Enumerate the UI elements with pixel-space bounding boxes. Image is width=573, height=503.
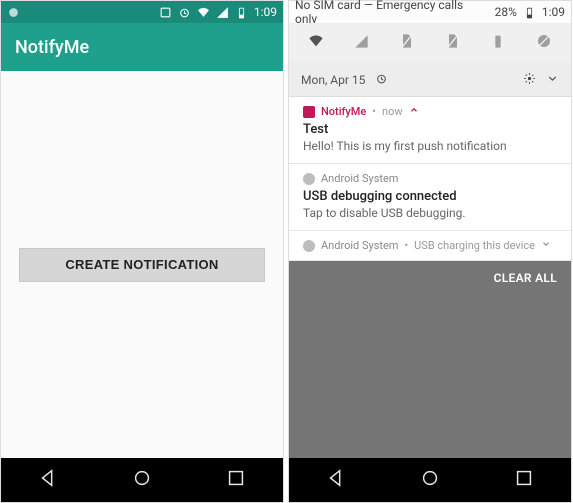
navigation-bar xyxy=(289,458,571,502)
app-bar: NotifyMe xyxy=(1,23,283,71)
notification-header: Android System xyxy=(303,172,557,185)
shade-background: CLEAR ALL xyxy=(289,261,571,458)
status-time: 1:09 xyxy=(254,5,277,19)
sim-icon[interactable] xyxy=(399,33,415,53)
status-bar: 1:09 xyxy=(1,1,283,23)
home-icon[interactable] xyxy=(131,467,153,493)
quick-settings-row xyxy=(289,23,571,63)
wifi-icon[interactable] xyxy=(308,33,324,53)
qs-date: Mon, Apr 15 xyxy=(301,73,365,87)
wifi-icon xyxy=(197,6,210,19)
battery-icon xyxy=(523,6,536,19)
notification-item[interactable]: Android System • USB charging this devic… xyxy=(289,231,571,261)
back-icon[interactable] xyxy=(325,467,347,493)
notification-app: NotifyMe xyxy=(321,105,366,118)
dnd-icon[interactable] xyxy=(536,33,552,53)
recents-icon[interactable] xyxy=(513,467,535,493)
chevron-down-icon[interactable] xyxy=(541,239,551,252)
chevron-down-icon[interactable] xyxy=(546,72,559,88)
home-icon[interactable] xyxy=(419,467,441,493)
notification-time: now xyxy=(382,105,403,118)
app-icon xyxy=(303,106,315,118)
notification-item[interactable]: Android System USB debugging connected T… xyxy=(289,164,571,231)
notification-item[interactable]: NotifyMe • now Test Hello! This is my fi… xyxy=(289,97,571,164)
circle-icon xyxy=(7,6,20,19)
notification-header: NotifyMe • now xyxy=(303,105,557,118)
create-notification-button[interactable]: CREATE NOTIFICATION xyxy=(19,248,265,282)
notification-body: Hello! This is my first push notificatio… xyxy=(303,139,557,153)
notification-title: USB debugging connected xyxy=(303,189,557,204)
separator-dot: • xyxy=(372,105,376,118)
battery-icon[interactable] xyxy=(490,33,506,53)
app-title: NotifyMe xyxy=(15,37,89,58)
signal-icon xyxy=(216,6,229,19)
battery-percent: 28% xyxy=(495,5,517,19)
phone-left: 1:09 NotifyMe CREATE NOTIFICATION xyxy=(0,0,284,503)
recents-icon[interactable] xyxy=(225,467,247,493)
notification-body: Tap to disable USB debugging. xyxy=(303,206,557,220)
notification-extra: USB charging this device xyxy=(414,239,535,252)
notification-app: Android System xyxy=(321,172,398,185)
status-bar: No SIM card — Emergency calls only 28% 1… xyxy=(289,1,571,23)
alarm-icon xyxy=(375,72,388,88)
sim2-icon[interactable] xyxy=(445,33,461,53)
separator-dot: • xyxy=(404,239,408,252)
battery-icon xyxy=(235,6,248,19)
notification-header: Android System • USB charging this devic… xyxy=(303,239,557,252)
app-icon xyxy=(303,240,315,252)
app-icon xyxy=(303,173,315,185)
phone-right: No SIM card — Emergency calls only 28% 1… xyxy=(288,0,572,503)
chevron-up-icon[interactable] xyxy=(409,105,419,118)
status-time: 1:09 xyxy=(542,5,565,19)
screenshot-icon xyxy=(159,6,172,19)
main-content: CREATE NOTIFICATION xyxy=(1,71,283,458)
settings-icon[interactable] xyxy=(523,72,536,88)
notification-app: Android System xyxy=(321,239,398,252)
navigation-bar xyxy=(1,458,283,502)
signal-icon[interactable] xyxy=(353,33,369,53)
qs-date-row: Mon, Apr 15 xyxy=(289,63,571,97)
back-icon[interactable] xyxy=(37,467,59,493)
notification-title: Test xyxy=(303,122,557,137)
alarm-icon xyxy=(178,6,191,19)
clear-all-button[interactable]: CLEAR ALL xyxy=(494,271,557,285)
